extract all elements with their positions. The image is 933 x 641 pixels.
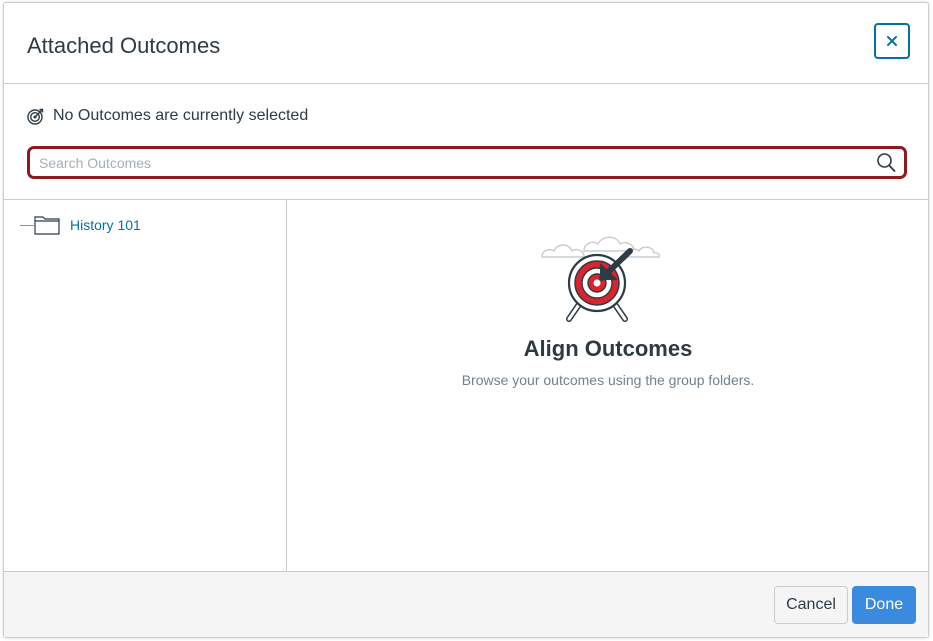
- close-icon: [886, 35, 898, 47]
- empty-state-title: Align Outcomes: [523, 336, 693, 361]
- done-button[interactable]: Done: [852, 586, 916, 624]
- cancel-button[interactable]: Cancel: [774, 586, 848, 624]
- dialog-header: Attached Outcomes: [4, 3, 928, 84]
- selection-status-text: No Outcomes are currently selected: [53, 107, 309, 124]
- search-input[interactable]: [39, 152, 859, 173]
- empty-state-panel: Align Outcomes Browse your outcomes usin…: [288, 200, 928, 573]
- selection-status: No Outcomes are currently selected: [27, 106, 308, 126]
- outcomes-browser: History 101 Align Outcomes Browse your o…: [4, 199, 928, 573]
- close-button[interactable]: [874, 23, 910, 59]
- attached-outcomes-dialog: Attached Outcomes No Outcomes are curren…: [3, 2, 929, 638]
- folder-icon: [34, 215, 60, 235]
- empty-state-description: Browse your outcomes using the group fol…: [461, 372, 755, 388]
- search-field: [27, 146, 907, 179]
- dialog-footer: Cancel Done: [4, 571, 928, 637]
- tree-item-label: History 101: [70, 217, 141, 233]
- dialog-title: Attached Outcomes: [27, 33, 221, 58]
- target-icon: [27, 108, 44, 125]
- tree-item-history-101[interactable]: History 101: [20, 215, 141, 235]
- target-arrow-illustration: [538, 233, 661, 329]
- search-icon[interactable]: [876, 152, 896, 173]
- tree-connector: [20, 224, 34, 226]
- outcome-group-tree: History 101: [4, 200, 287, 573]
